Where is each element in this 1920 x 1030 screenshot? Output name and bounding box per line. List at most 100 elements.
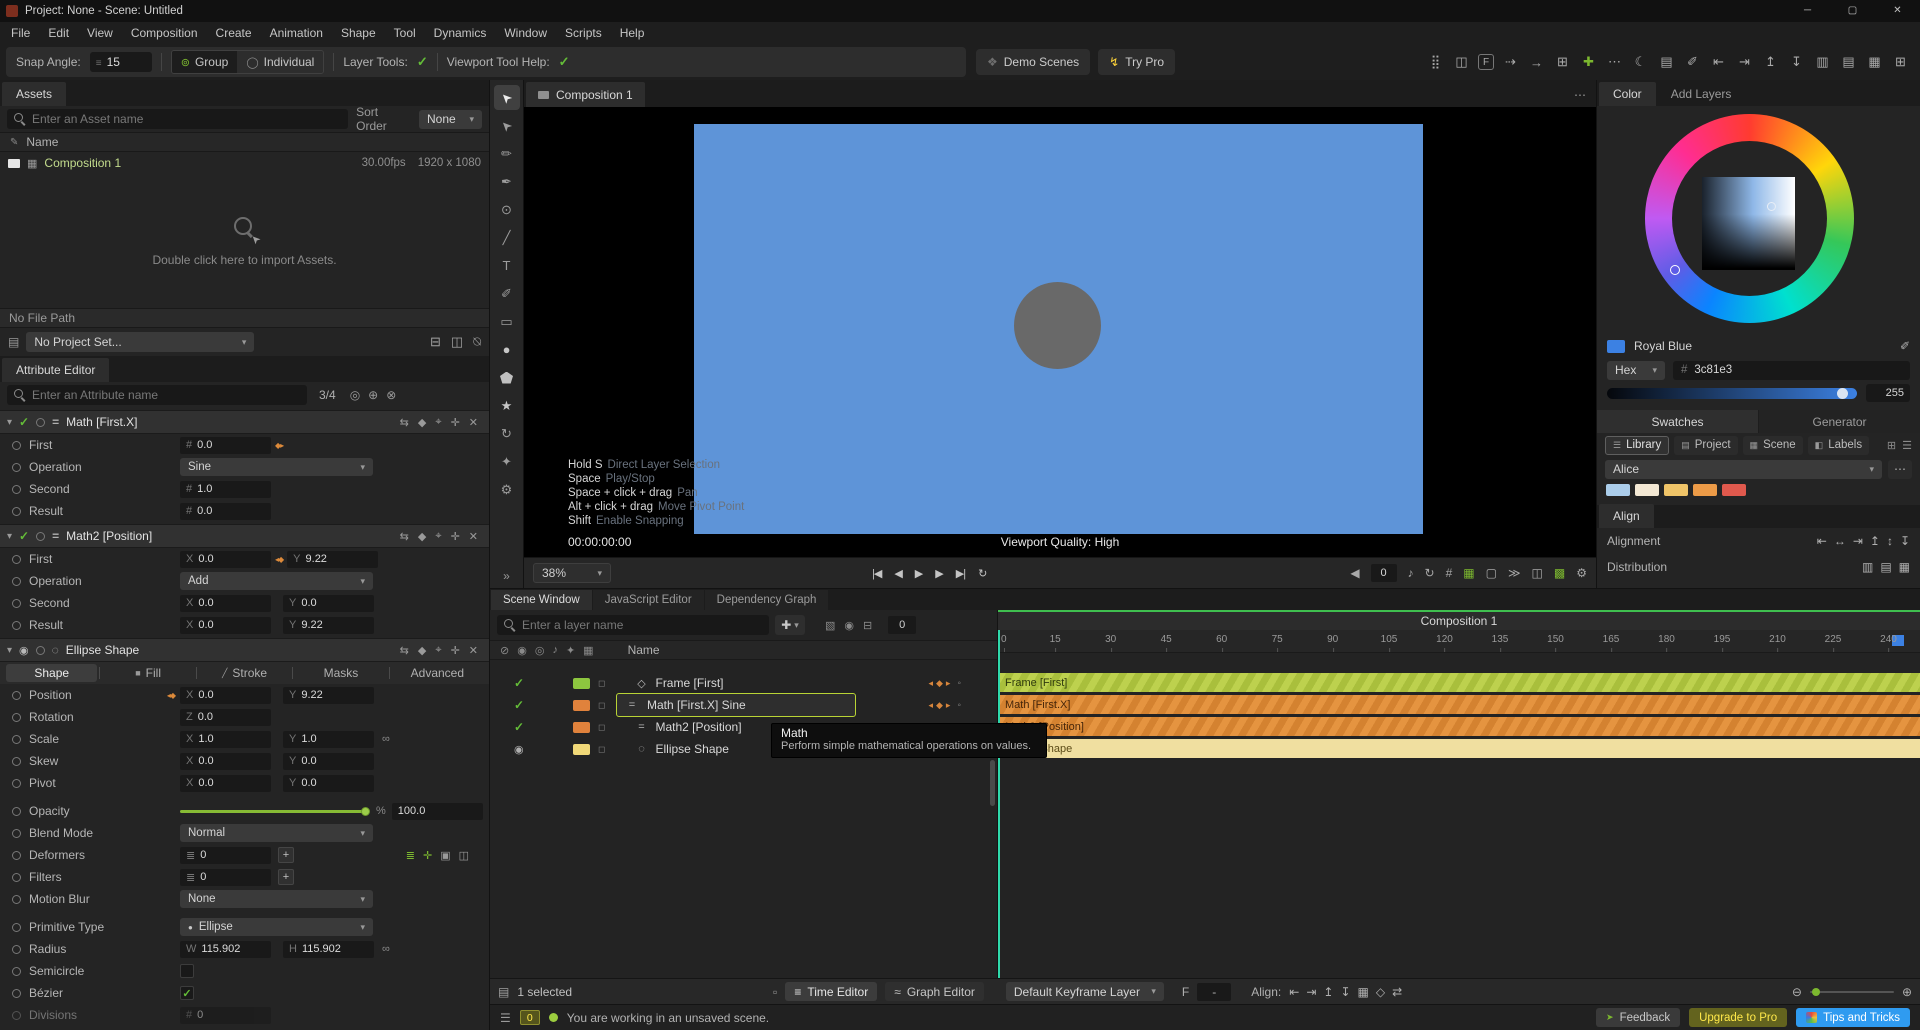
tab-attribute-editor[interactable]: Attribute Editor [2,358,109,382]
keyframe-ring-icon[interactable] [12,873,21,882]
tab-shape[interactable]: Shape [6,664,97,682]
checkbox-b-zier[interactable]: ✓ [180,986,194,1000]
clear-search-icon[interactable] [386,388,396,402]
zoom-slider-handle[interactable] [1812,988,1820,996]
value-field[interactable]: #0.0 [180,437,271,454]
timeline-track-math2-position[interactable]: Math2 [Position] [998,717,1920,736]
tab-masks[interactable]: Masks [295,664,386,682]
keyframe-ring-icon[interactable] [12,851,21,860]
value-field[interactable]: Y0.0 [283,595,374,612]
align-right-icon[interactable]: ⇥ [1306,985,1316,999]
try-pro-button[interactable]: ↯Try Pro [1098,49,1175,75]
menu-item-file[interactable]: File [2,26,39,40]
card-icon[interactable]: ▤ [1657,53,1676,72]
keyframe-ring-icon[interactable] [12,713,21,722]
line-tool[interactable]: ╱ [494,225,520,250]
value-field[interactable]: Z0.0 [180,709,271,726]
color-chip[interactable] [573,678,590,689]
scrollbar-thumb[interactable] [990,760,995,806]
check-icon[interactable] [514,676,528,690]
diamond-icon[interactable]: ◇ [1376,985,1385,999]
layer-tools-check-icon[interactable] [417,54,428,70]
key-icon[interactable]: ◆ [936,700,943,711]
filter-flag-icon[interactable]: ⊟ [863,619,872,632]
more-icon[interactable]: ⋯ [1605,53,1624,72]
filter-shapes-icon[interactable]: ▧ [825,619,835,632]
check-icon[interactable] [19,415,29,429]
freehand-tool[interactable]: ✐ [494,281,520,306]
swatch-chip[interactable] [1693,484,1717,496]
value-field[interactable]: Y0.0 [283,753,374,770]
ellipse-shape-layer[interactable] [1014,282,1101,369]
section-header-ellipse[interactable]: ▾◉◌Ellipse Shape⇆◆⌖✛✕ [0,638,489,662]
timeline-zoom-slider[interactable] [1810,991,1894,993]
distribute-h-icon[interactable]: ▥ [1862,560,1873,574]
align-bottom-icon[interactable]: ↧ [1787,53,1806,72]
chevron-down-icon[interactable]: ▾ [7,417,12,428]
hex-input[interactable]: #3c81e3 [1673,361,1910,380]
frame-f-icon[interactable]: F [1478,54,1494,70]
search-options-icon[interactable] [350,388,360,402]
asset-color-chip[interactable] [8,159,20,168]
arc-icon[interactable]: ☾ [1631,53,1650,72]
warning-count-badge[interactable]: 0 [520,1010,540,1025]
eye-icon[interactable]: ◉ [514,743,528,756]
camera-tool[interactable]: ⊙ [494,197,520,222]
audio-icon[interactable]: ♪ [1408,566,1414,580]
pen-tool[interactable]: ✒ [494,169,520,194]
box-icon[interactable]: ▣ [440,849,450,862]
keyframe-ring-icon[interactable] [12,829,21,838]
close-icon[interactable]: ✕ [469,416,478,429]
keyframe-ring-icon[interactable] [12,621,21,630]
layer-filter-count[interactable]: 0 [888,616,916,634]
individual-button[interactable]: ◯Individual [237,51,323,73]
link-icon[interactable]: ∞ [382,733,390,745]
add-button[interactable]: + [278,869,294,885]
hex-mode-dropdown[interactable]: Hex [1607,361,1665,380]
hue-selector-dot[interactable] [1670,265,1680,275]
menu-item-window[interactable]: Window [495,26,556,40]
menu-item-animation[interactable]: Animation [261,26,332,40]
value-field[interactable]: X0.0 [180,617,271,634]
align-right-icon[interactable]: ⇥ [1853,534,1863,548]
slider-handle[interactable] [361,807,370,816]
lasso-icon[interactable]: ✐ [1683,53,1702,72]
refresh-icon[interactable]: ↻ [1425,566,1435,580]
render-icon[interactable]: ▦ [583,644,593,657]
keyframe-layer-dropdown[interactable]: Default Keyframe Layer [1006,982,1164,1001]
tab-dependency-graph[interactable]: Dependency Graph [705,590,829,610]
keyframe-ring-icon[interactable] [12,555,21,564]
viewport-help-check-icon[interactable] [559,54,570,70]
snap-angle-input[interactable]: 15 [90,52,152,72]
zoom-in-icon[interactable] [1902,985,1912,999]
keyframe-ring-icon[interactable] [12,895,21,904]
keyframe-ring-icon[interactable] [12,441,21,450]
playhead[interactable] [998,630,1000,978]
counter-field[interactable]: ≣0 [180,869,271,886]
value-field[interactable]: X0.0 [180,775,271,792]
value-field[interactable]: X0.0 [180,551,271,568]
grid-dots-icon[interactable]: ⣿ [1426,53,1445,72]
dropdown-motion-blur[interactable]: None [180,890,373,908]
next-key-icon[interactable]: ▸ [946,678,951,689]
swatch-chip[interactable] [1606,484,1630,496]
cycle-icon[interactable]: ◦ [957,700,961,711]
add-icon[interactable]: ✛ [451,530,460,543]
swatch-chip[interactable] [1664,484,1688,496]
add-icon[interactable]: ✚ [1579,53,1598,72]
keyframe-ring-icon[interactable] [36,646,45,655]
display-icon[interactable]: ▢ [1486,566,1497,580]
selected-layer-box[interactable]: =Math [First.X] Sine [616,693,856,717]
align-bottom-icon[interactable]: ↧ [1340,985,1350,999]
align-center-h-icon[interactable]: ↔ [1834,534,1846,548]
menu-item-view[interactable]: View [78,26,122,40]
swatch-chip[interactable] [1635,484,1659,496]
fast-forward-icon[interactable]: ≫ [1508,566,1521,580]
range-start-icon[interactable]: ◀ [1350,566,1359,580]
keyframe-ring-icon[interactable] [12,599,21,608]
timeline-track-math-first-x-sine[interactable]: Math [First.X] [998,695,1920,714]
arrow-right-icon[interactable]: → [1527,53,1546,72]
saturation-value-square[interactable] [1702,177,1795,270]
value-field[interactable]: #0 [180,1007,271,1024]
menu-item-shape[interactable]: Shape [332,26,385,40]
